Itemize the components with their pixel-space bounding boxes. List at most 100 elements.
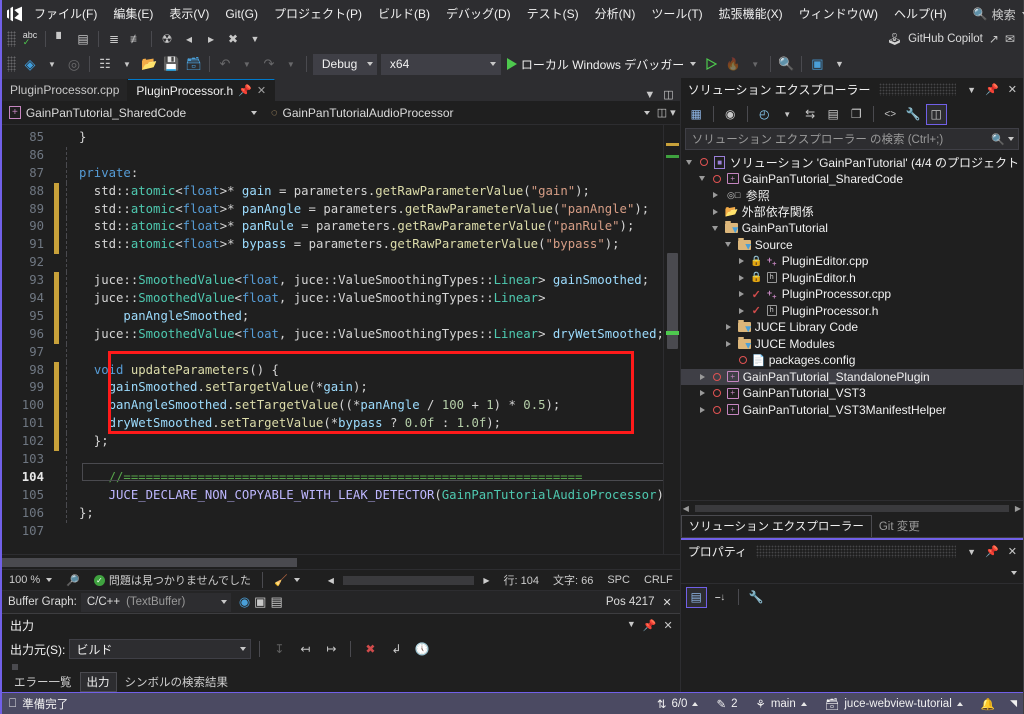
- menu-git[interactable]: Git(G): [217, 3, 266, 25]
- fold-margin[interactable]: [59, 504, 75, 523]
- bookmark-clear-icon[interactable]: ✖: [222, 29, 244, 49]
- navigate-forward-icon[interactable]: ◎: [63, 54, 85, 74]
- properties-object-combo[interactable]: [680, 563, 1023, 584]
- code-line[interactable]: 102 };: [2, 433, 663, 452]
- new-project-dropdown-icon[interactable]: ▼: [116, 54, 138, 74]
- close-icon[interactable]: ✕: [663, 619, 672, 632]
- menu-project[interactable]: プロジェクト(P): [266, 3, 370, 25]
- output-source-combo[interactable]: ビルド: [69, 639, 252, 659]
- document-tab-pluginprocessor-cpp[interactable]: PluginProcessor.cpp: [2, 79, 129, 101]
- code-line[interactable]: 106};: [2, 504, 663, 523]
- tree-expander[interactable]: [711, 208, 722, 215]
- scrollbar-thumb[interactable]: [694, 505, 1009, 512]
- pin-icon[interactable]: 📌: [238, 84, 252, 97]
- split-window-icon[interactable]: ◫: [663, 88, 673, 101]
- fold-margin[interactable]: [59, 325, 75, 344]
- solution-tree-item[interactable]: 📄 packages.config: [681, 352, 1023, 369]
- solution-tree-item[interactable]: + GainPanTutorial_SharedCode: [681, 171, 1023, 188]
- bookmark-next-icon[interactable]: ▸: [200, 29, 222, 49]
- tree-expander[interactable]: [698, 373, 709, 380]
- code-line[interactable]: 98 void updateParameters() {: [2, 361, 663, 380]
- document-tab-pluginprocessor-h[interactable]: PluginProcessor.h 📌 ✕: [128, 79, 276, 101]
- fold-margin[interactable]: [59, 523, 75, 541]
- share-icon[interactable]: ↗: [989, 32, 999, 46]
- fold-margin[interactable]: [59, 361, 75, 380]
- show-all-files-icon[interactable]: <>: [880, 104, 901, 125]
- code-line[interactable]: 89 std::atomic<float>* panAngle = parame…: [2, 200, 663, 219]
- solution-tree-item[interactable]: 🔒 ++ PluginEditor.cpp: [681, 253, 1023, 270]
- open-file-icon[interactable]: 📂: [138, 54, 160, 74]
- new-project-icon[interactable]: ☷: [94, 54, 116, 74]
- feedback-icon[interactable]: ✉: [1005, 32, 1015, 46]
- panel-drag-handle[interactable]: [879, 83, 957, 96]
- zoom-level-combo[interactable]: 100 %: [2, 571, 59, 589]
- code-line[interactable]: 97: [2, 343, 663, 362]
- buffer-icon-2[interactable]: ▣: [254, 594, 266, 610]
- fold-margin[interactable]: [59, 182, 75, 201]
- solution-explorer-horizontal-scrollbar[interactable]: ◀ ▶: [680, 500, 1023, 515]
- tree-expander[interactable]: [685, 159, 696, 165]
- menu-help[interactable]: ヘルプ(H): [886, 3, 955, 25]
- code-view-icon[interactable]: ▦: [686, 104, 707, 125]
- fold-margin[interactable]: [59, 397, 75, 416]
- tree-expander[interactable]: [698, 390, 709, 397]
- code-line[interactable]: 99 gainSmoothed.setTargetValue(*gain);: [2, 379, 663, 398]
- spell-check-icon[interactable]: abc ✓: [19, 29, 41, 49]
- close-icon[interactable]: ✕: [257, 84, 266, 97]
- menu-test[interactable]: テスト(S): [519, 3, 587, 25]
- chevron-down-icon[interactable]: ▼: [965, 85, 978, 95]
- clear-output-icon[interactable]: ✖: [359, 639, 381, 659]
- fold-margin[interactable]: [59, 343, 75, 362]
- git-branch-selector[interactable]: ⚘ main: [747, 693, 816, 714]
- tree-expander[interactable]: [698, 176, 709, 182]
- redo-icon[interactable]: ↷: [258, 54, 280, 74]
- global-search[interactable]: 🔍 検索: [967, 3, 1024, 25]
- close-icon[interactable]: ✕: [1006, 83, 1019, 96]
- tree-expander[interactable]: [737, 274, 748, 281]
- platform-combo[interactable]: x64: [380, 53, 501, 75]
- toolbar-grip[interactable]: [7, 31, 16, 47]
- menu-file[interactable]: ファイル(F): [26, 3, 105, 25]
- panel-drag-handle[interactable]: [755, 545, 957, 558]
- menu-window[interactable]: ウィンドウ(W): [791, 3, 886, 25]
- solution-view-toggle-icon[interactable]: ◫: [925, 103, 947, 125]
- undo-icon[interactable]: ↶: [214, 54, 236, 74]
- solution-tree-item[interactable]: ◎□ 参照: [681, 187, 1023, 204]
- code-line[interactable]: 101 dryWetSmoothed.setTargetValue(*bypas…: [2, 415, 663, 434]
- chevron-down-icon[interactable]: [1008, 137, 1014, 141]
- symbol-scope-combo[interactable]: ◌ GainPanTutorialAudioProcessor: [264, 102, 657, 124]
- editor-horizontal-scrollbar[interactable]: [2, 554, 680, 569]
- scrollbar-thumb[interactable]: [2, 558, 297, 567]
- solution-tree-item[interactable]: JUCE Modules: [681, 336, 1023, 353]
- configuration-combo[interactable]: Debug: [312, 53, 377, 75]
- word-wrap-icon[interactable]: ↲: [385, 639, 407, 659]
- pin-icon[interactable]: 📌: [643, 619, 657, 632]
- notifications-button[interactable]: 🔔: [972, 693, 1004, 714]
- tab-list-icon[interactable]: ▼: [644, 89, 655, 101]
- spaces-indicator[interactable]: SPC: [600, 574, 637, 586]
- line-ending-indicator[interactable]: CRLF: [637, 574, 680, 586]
- save-icon[interactable]: 💾: [160, 54, 182, 74]
- start-debugging-button[interactable]: ローカル Windows デバッガー: [503, 53, 700, 75]
- hot-reload-dropdown-icon[interactable]: ▼: [744, 54, 766, 74]
- fold-margin[interactable]: [59, 200, 75, 219]
- solution-tree-item[interactable]: 🔒 h PluginEditor.h: [681, 270, 1023, 287]
- home-icon[interactable]: ◉: [720, 104, 741, 125]
- fold-margin[interactable]: [59, 236, 75, 255]
- code-editor[interactable]: 85} 86 87 private: 88 std::atomic<float>* ga…: [2, 125, 663, 554]
- tab-symbol-results[interactable]: シンボルの検索結果: [119, 673, 235, 691]
- close-icon[interactable]: ✕: [1006, 545, 1019, 558]
- status-scroll-left-icon[interactable]: ◀: [321, 576, 341, 585]
- jump-icon[interactable]: ↧: [268, 639, 290, 659]
- menu-build[interactable]: ビルド(B): [370, 3, 438, 25]
- fold-margin[interactable]: [59, 164, 75, 183]
- copilot-label[interactable]: GitHub Copilot: [908, 33, 983, 45]
- magnifier-icon[interactable]: 🔎: [59, 574, 87, 587]
- fold-margin[interactable]: [59, 129, 75, 147]
- fold-margin[interactable]: [59, 290, 75, 308]
- tree-expander[interactable]: [724, 242, 735, 248]
- fold-margin[interactable]: [59, 468, 75, 487]
- code-line[interactable]: 92: [2, 254, 663, 273]
- properties-grid[interactable]: [680, 610, 1023, 692]
- menu-debug[interactable]: デバッグ(D): [438, 3, 519, 25]
